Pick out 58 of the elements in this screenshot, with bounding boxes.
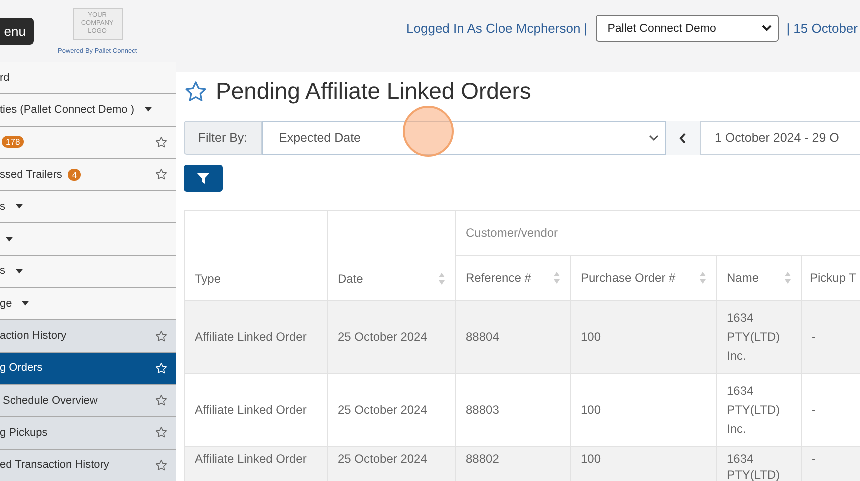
caret-icon — [16, 268, 22, 274]
chevron-down-icon — [649, 134, 659, 142]
sidebar-item-label: action History — [0, 330, 67, 342]
sidebar-item[interactable]: Schedule Overview — [0, 384, 176, 418]
star-icon[interactable] — [184, 80, 208, 104]
date-text: | 15 October — [786, 21, 858, 36]
table-cell: 88804 — [456, 300, 570, 374]
filter-button[interactable] — [184, 165, 223, 192]
table-cell: 25 October 2024 — [328, 300, 456, 374]
sidebar-item-label: Schedule Overview — [2, 394, 98, 407]
table-cell: - — [802, 300, 860, 374]
star-icon[interactable] — [155, 136, 168, 149]
sidebar-item-label: g Pickups — [0, 426, 48, 439]
logged-in-text: Logged In As Cloe Mcpherson | — [406, 21, 588, 36]
page-title: Pending Affiliate Linked Orders — [216, 78, 532, 105]
menu-button[interactable]: enu — [0, 18, 34, 45]
table-cell: 100 — [570, 300, 716, 374]
table-cell: 1634 PTY(LTD) Inc. — [716, 300, 802, 374]
filter-select[interactable]: Expected Date — [262, 121, 666, 155]
count-badge: 4 — [68, 168, 82, 181]
sidebar-item-label: s — [0, 265, 6, 278]
caret-icon — [22, 301, 30, 306]
sidebar-item[interactable]: g Pickups — [0, 417, 176, 450]
caret-icon — [144, 107, 152, 112]
date-range-field[interactable]: 1 October 2024 - 29 O — [700, 121, 860, 155]
caret-icon — [16, 204, 22, 210]
sidebar-item[interactable]: ed Transaction History — [0, 450, 176, 481]
sidebar-item-label: g Orders — [0, 362, 43, 374]
sidebar-item-label: ge — [0, 298, 12, 310]
click-indicator — [403, 106, 454, 157]
group-header: Customer/vendor — [456, 210, 860, 256]
sidebar-item-label: ed Transaction History — [0, 459, 110, 472]
sidebar-item-label: ssed Trailers — [0, 168, 62, 181]
table-cell: Affiliate Linked Order — [184, 300, 328, 374]
table-cell: Affiliate Linked Order — [184, 446, 328, 481]
chevron-left-icon — [679, 132, 687, 144]
star-icon[interactable] — [155, 168, 168, 182]
star-icon[interactable] — [155, 458, 168, 472]
filter-icon — [197, 173, 210, 184]
company-select[interactable]: Pallet Connect Demo — [596, 15, 779, 42]
caret-icon — [6, 236, 13, 242]
sidebar-item[interactable]: g Orders — [0, 352, 176, 385]
star-icon[interactable] — [155, 426, 168, 440]
star-icon[interactable] — [155, 330, 168, 343]
count-badge: 178 — [2, 136, 24, 148]
sidebar-item-label: s — [0, 200, 6, 213]
column-header: Type — [184, 210, 328, 300]
sidebar-item-label: rd — [0, 72, 10, 84]
table-cell: 100 — [570, 446, 716, 481]
previous-button[interactable] — [666, 121, 700, 155]
table-cell: 25 October 2024 — [328, 446, 456, 481]
table-cell: 88802 — [456, 446, 570, 481]
table-cell: - — [802, 446, 860, 481]
filter-label: Filter By: — [184, 121, 262, 155]
sidebar-item[interactable]: action History — [0, 320, 176, 353]
star-icon[interactable] — [155, 394, 168, 408]
chevron-down-icon — [762, 25, 772, 32]
sidebar-item-label: ties (Pallet Connect Demo ) — [0, 104, 134, 116]
